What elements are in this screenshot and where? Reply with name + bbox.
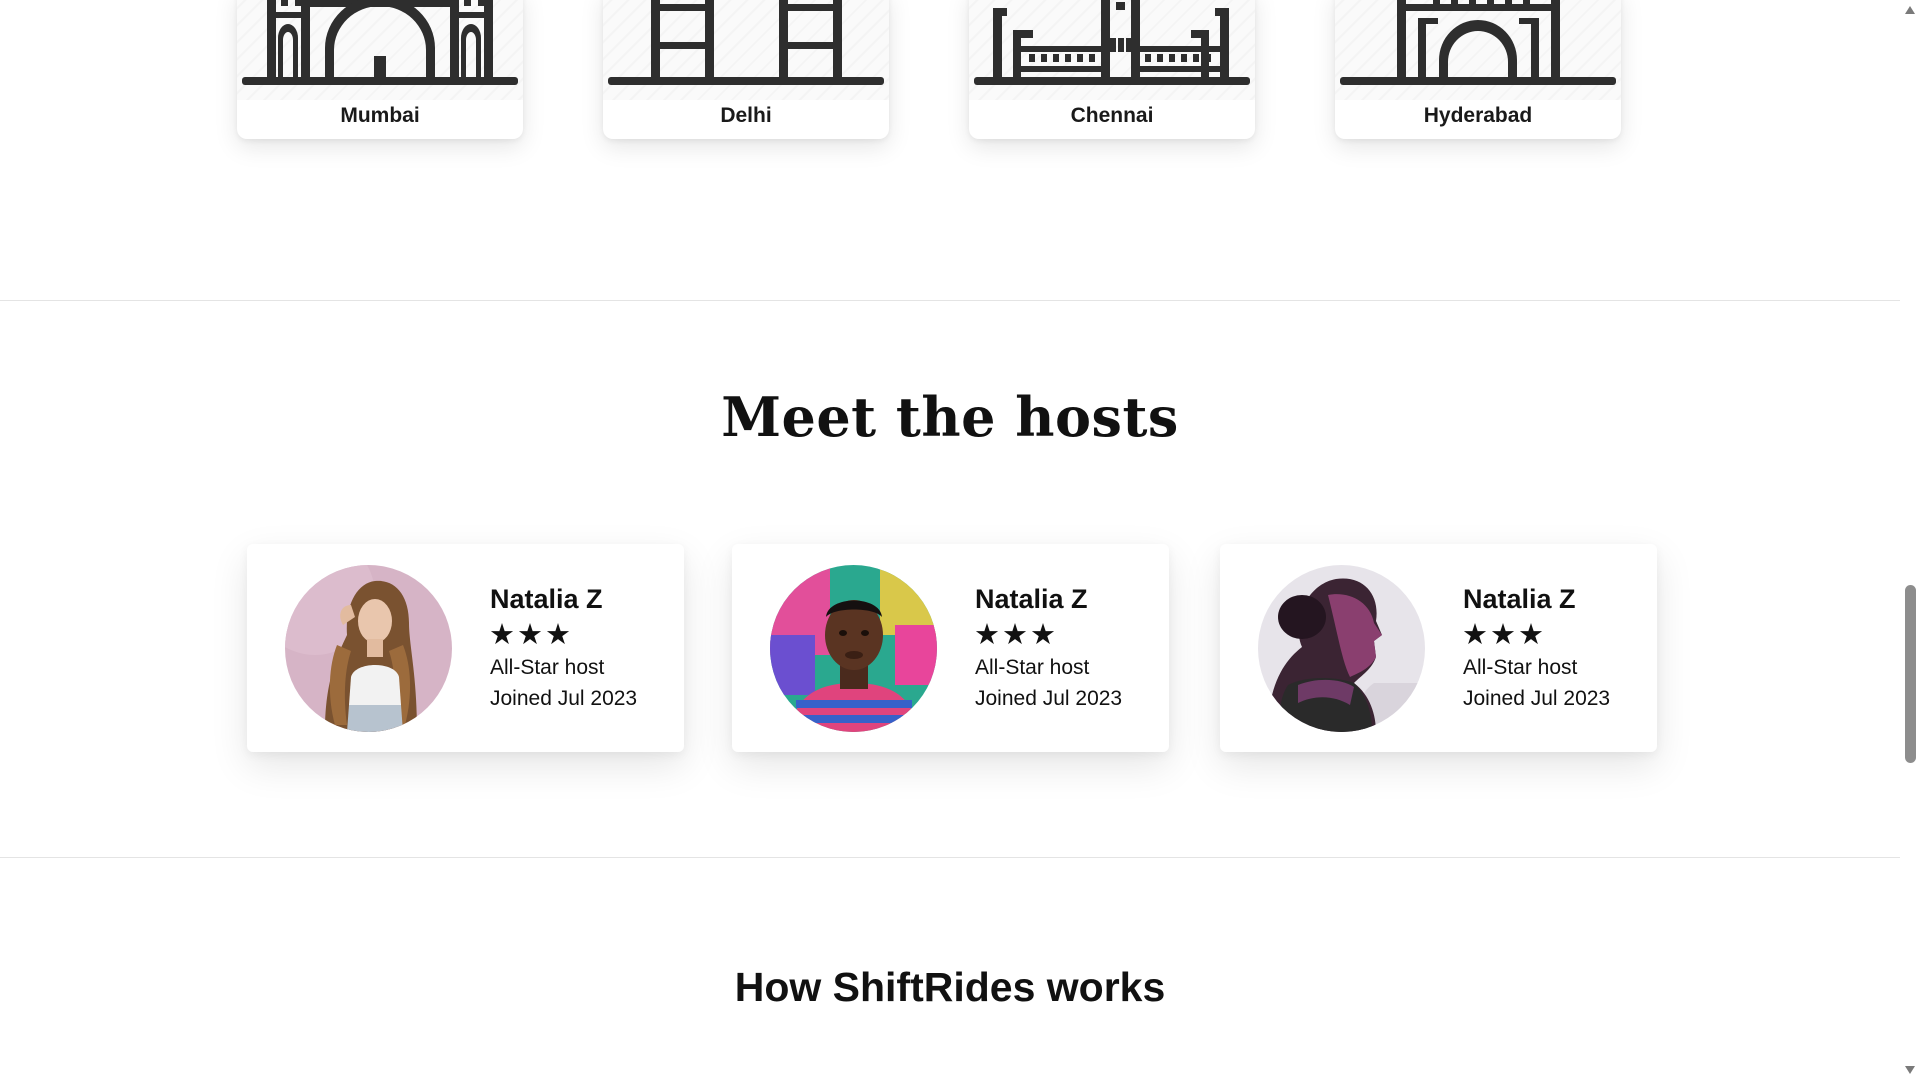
hyderabad-landmark-icon (1340, 0, 1616, 85)
host-card[interactable]: Natalia Z ★ ★ ★ All-Star host Joined Jul… (247, 544, 684, 752)
host-photo (285, 565, 452, 732)
host-rating: ★ ★ ★ (973, 618, 1057, 650)
hosts-section-title: Meet the hosts (721, 385, 1179, 449)
city-name: Hyderabad (1423, 104, 1533, 127)
star-icon: ★ (1002, 617, 1028, 651)
star-icon: ★ (1490, 617, 1516, 651)
city-name: Chennai (1070, 104, 1154, 127)
page: Mumbai Delhi Chennai Hyderabad Meet the … (0, 0, 1920, 1080)
city-illustration (237, 0, 523, 100)
city-card-chennai[interactable]: Chennai (969, 0, 1255, 139)
host-avatar (285, 565, 452, 732)
host-joined-date: Joined Jul 2023 (490, 687, 638, 710)
city-card-mumbai[interactable]: Mumbai (237, 0, 523, 139)
host-name: Natalia Z (975, 584, 1088, 614)
host-card[interactable]: Natalia Z ★ ★ ★ All-Star host Joined Jul… (732, 544, 1169, 752)
scroll-up-arrow-icon[interactable] (1900, 0, 1920, 20)
star-icon: ★ (545, 617, 571, 651)
host-card[interactable]: Natalia Z ★ ★ ★ All-Star host Joined Jul… (1220, 544, 1657, 752)
star-icon: ★ (1518, 617, 1544, 651)
city-illustration (969, 0, 1255, 100)
section-divider (0, 300, 1900, 301)
star-icon: ★ (974, 617, 1000, 651)
page-viewport: Mumbai Delhi Chennai Hyderabad Meet the … (0, 0, 1900, 1080)
vertical-scrollbar[interactable] (1900, 0, 1920, 1080)
star-icon: ★ (489, 617, 515, 651)
city-illustration (1335, 0, 1621, 100)
host-joined-date: Joined Jul 2023 (975, 687, 1123, 710)
host-rating: ★ ★ ★ (488, 618, 572, 650)
city-card-hyderabad[interactable]: Hyderabad (1335, 0, 1621, 139)
city-name: Delhi (720, 104, 772, 127)
scrollbar-thumb[interactable] (1905, 585, 1916, 763)
delhi-landmark-icon (608, 0, 884, 85)
star-icon: ★ (1030, 617, 1056, 651)
section-divider (0, 857, 1900, 858)
chennai-landmark-icon (974, 0, 1250, 85)
host-photo (1258, 565, 1425, 732)
host-name: Natalia Z (1463, 584, 1576, 614)
host-photo (770, 565, 937, 732)
host-badge: All-Star host (1463, 656, 1578, 679)
city-card-delhi[interactable]: Delhi (603, 0, 889, 139)
host-badge: All-Star host (490, 656, 605, 679)
how-it-works-title: How ShiftRides works (734, 964, 1166, 1010)
host-avatar (1258, 565, 1425, 732)
star-icon: ★ (517, 617, 543, 651)
host-badge: All-Star host (975, 656, 1090, 679)
host-avatar (770, 565, 937, 732)
host-rating: ★ ★ ★ (1461, 618, 1545, 650)
host-joined-date: Joined Jul 2023 (1463, 687, 1611, 710)
host-name: Natalia Z (490, 584, 603, 614)
star-icon: ★ (1462, 617, 1488, 651)
city-illustration (603, 0, 889, 100)
scroll-down-arrow-icon[interactable] (1900, 1060, 1920, 1080)
city-name: Mumbai (340, 104, 420, 127)
mumbai-landmark-icon (242, 0, 518, 85)
